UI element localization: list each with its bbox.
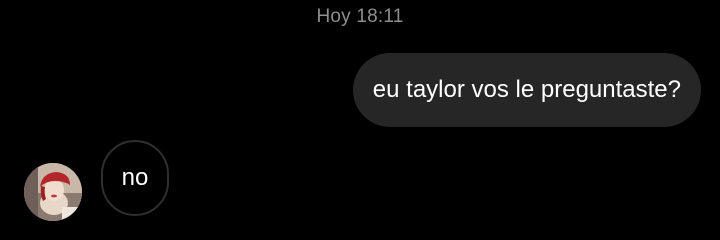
- avatar-photo-icon: [24, 163, 82, 221]
- outgoing-message-bubble[interactable]: eu taylor vos le preguntaste?: [352, 53, 701, 127]
- message-timestamp: Hoy 18:11: [0, 6, 720, 28]
- outgoing-message-text: eu taylor vos le preguntaste?: [372, 76, 681, 103]
- incoming-message-bubble[interactable]: no: [101, 140, 169, 216]
- timestamp-label: Hoy 18:11: [316, 6, 404, 27]
- incoming-message-text: no: [121, 164, 149, 191]
- contact-avatar[interactable]: [24, 163, 82, 221]
